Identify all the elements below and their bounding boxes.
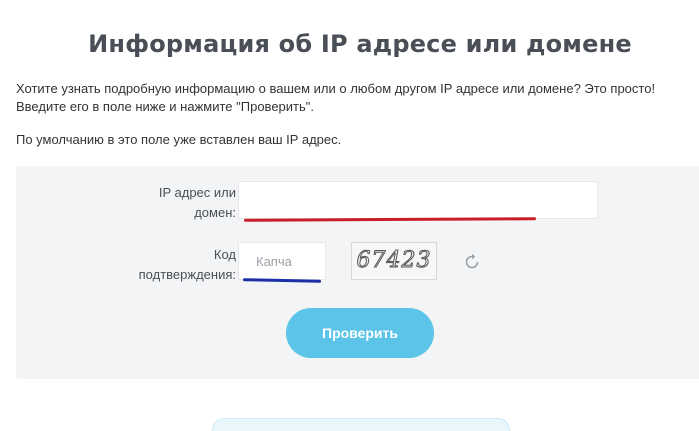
lookup-form: IP адрес или домен: Код подтверждения: 6… xyxy=(16,166,699,379)
refresh-icon[interactable] xyxy=(462,252,482,272)
ip-input-red-underline xyxy=(243,217,537,222)
intro-line-1: Хотите узнать подробную информацию о ваш… xyxy=(16,81,656,96)
ip-domain-label-line-1: IP адрес или xyxy=(158,185,236,200)
ip-domain-label: IP адрес или домен: xyxy=(112,183,236,223)
page-title: Информация об IP адресе или домене xyxy=(88,30,632,59)
ip-domain-label-line-2: домен: xyxy=(194,205,236,220)
captcha-label-line-1: Код xyxy=(213,247,236,262)
ip-domain-input[interactable] xyxy=(238,181,598,219)
captcha-label-line-2: подтверждения: xyxy=(138,267,236,282)
captcha-label: Код подтверждения: xyxy=(92,245,236,285)
captcha-input[interactable] xyxy=(238,242,326,280)
check-button[interactable]: Проверить xyxy=(286,308,434,358)
captcha-image: 67423 xyxy=(351,242,437,280)
intro-text: Хотите узнать подробную информацию о ваш… xyxy=(16,80,696,116)
default-ip-note: По умолчанию в это поле уже вставлен ваш… xyxy=(16,132,342,147)
intro-line-2: Введите его в поле ниже и нажмите "Прове… xyxy=(16,99,314,114)
captcha-input-blue-underline xyxy=(242,278,322,283)
next-section-button-edge xyxy=(212,418,510,431)
